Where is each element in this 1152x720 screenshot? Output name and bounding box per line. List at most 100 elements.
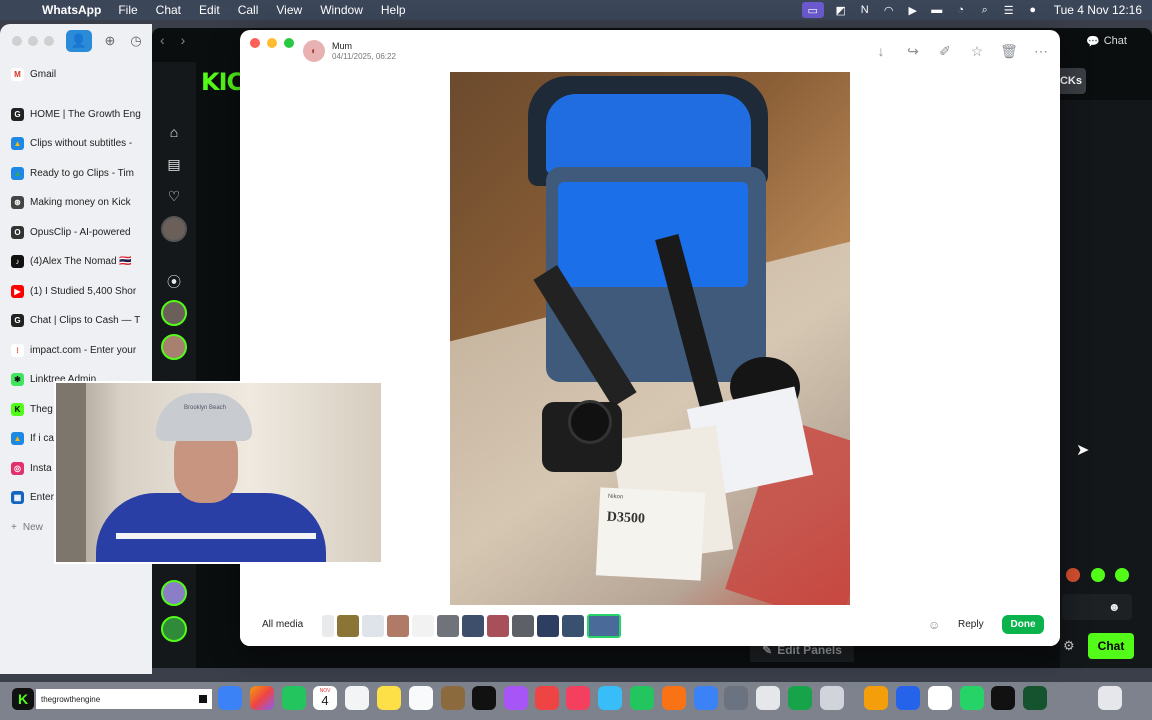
media-thumbnail[interactable]	[362, 615, 384, 637]
gear-icon[interactable]: ⚙	[1063, 638, 1075, 654]
menu-view[interactable]: View	[276, 3, 302, 17]
terminal-icon[interactable]	[991, 686, 1015, 710]
trash-icon[interactable]	[1098, 686, 1122, 710]
tab-opusclip[interactable]: O OpusClip - AI-powered	[0, 218, 152, 248]
numbers-icon[interactable]	[630, 686, 654, 710]
podcasts-icon[interactable]	[504, 686, 528, 710]
notion-icon[interactable]	[928, 686, 952, 710]
control-center-icon[interactable]: ☰	[1002, 3, 1016, 17]
safari-icon[interactable]	[218, 686, 242, 710]
back-arrow-icon[interactable]: ‹	[160, 32, 165, 48]
arc-icon[interactable]	[896, 686, 920, 710]
sender-avatar[interactable]: ◐	[303, 40, 325, 62]
whatsapp-icon[interactable]	[960, 686, 984, 710]
archive-icon[interactable]	[441, 686, 465, 710]
channel-avatar[interactable]	[161, 616, 187, 642]
media-thumbnail[interactable]	[487, 615, 509, 637]
music-icon[interactable]	[535, 686, 559, 710]
siri-icon[interactable]: ●	[1026, 3, 1040, 17]
react-emoji-icon[interactable]: ☺	[928, 618, 940, 632]
keynote-icon[interactable]	[598, 686, 622, 710]
gauge-tray-icon[interactable]: ◠	[882, 3, 896, 17]
emote-icon[interactable]	[1066, 568, 1080, 582]
channel-avatar[interactable]	[161, 216, 187, 242]
media-photo[interactable]: Nikon D3500	[450, 72, 850, 605]
tab-gmail[interactable]: M Gmail	[0, 60, 152, 90]
menu-call[interactable]: Call	[238, 3, 259, 17]
preview-icon[interactable]	[756, 686, 780, 710]
live-broadcast-icon[interactable]: ⦿	[164, 272, 184, 292]
chat-input[interactable]	[1062, 594, 1132, 620]
close-window-icon[interactable]	[12, 36, 22, 46]
media-thumbnail[interactable]	[322, 615, 334, 637]
browse-icon[interactable]: ▤	[164, 154, 184, 174]
tab-growth-engine-home[interactable]: G HOME | The Growth Eng	[0, 100, 152, 130]
channel-avatar[interactable]	[161, 334, 187, 360]
tab-youtube-studied-shorts[interactable]: ▶ (1) I Studied 5,400 Shor	[0, 277, 152, 307]
channel-avatar[interactable]	[161, 300, 187, 326]
media-thumbnail[interactable]	[337, 615, 359, 637]
reminders-icon[interactable]	[345, 686, 369, 710]
minimize-window-icon[interactable]	[28, 36, 38, 46]
menu-app-name[interactable]: WhatsApp	[42, 3, 101, 17]
iphone-mirroring-icon[interactable]	[820, 686, 844, 710]
profile-icon[interactable]: 👤	[66, 30, 92, 52]
menu-window[interactable]: Window	[320, 3, 363, 17]
finder-folder-icon[interactable]	[864, 686, 888, 710]
history-icon[interactable]: ◷	[128, 33, 144, 49]
media-thumbnail[interactable]	[437, 615, 459, 637]
system-settings-icon[interactable]	[724, 686, 748, 710]
download-icon[interactable]: ↓	[872, 42, 890, 60]
apple-tv-icon[interactable]	[472, 686, 496, 710]
media-thumbnail[interactable]	[562, 615, 584, 637]
facetime-icon[interactable]	[282, 686, 306, 710]
menu-chat[interactable]: Chat	[156, 3, 181, 17]
media-thumbnail-selected[interactable]	[587, 614, 621, 638]
screen-record-icon[interactable]: ▭	[801, 2, 824, 18]
app-tray-icon[interactable]: ◩	[834, 3, 848, 17]
media-thumbnail[interactable]	[537, 615, 559, 637]
menubar-clock[interactable]: Tue 4 Nov 12:16	[1054, 3, 1142, 17]
search-icon[interactable]: ⌕	[978, 3, 992, 17]
freeform-icon[interactable]	[409, 686, 433, 710]
edit-draw-icon[interactable]: ✐	[936, 42, 954, 60]
minimize-window-icon[interactable]	[267, 38, 277, 48]
robinhood-icon[interactable]	[788, 686, 812, 710]
media-thumbnail[interactable]	[387, 615, 409, 637]
following-heart-icon[interactable]: ♡	[164, 186, 184, 206]
tab-chat-clips-to-cash[interactable]: G Chat | Clips to Cash — T	[0, 306, 152, 336]
chat-tab[interactable]: 💬 Chat	[1086, 31, 1144, 51]
news-icon[interactable]	[566, 686, 590, 710]
pages-icon[interactable]	[662, 686, 686, 710]
done-button[interactable]: Done	[1002, 615, 1044, 634]
photos-icon[interactable]	[250, 686, 274, 710]
battery-icon[interactable]: ▬	[930, 3, 944, 17]
all-media-button[interactable]: All media	[262, 619, 303, 630]
wifi-icon[interactable]: ◔	[954, 3, 968, 17]
tab-making-money-on-kick[interactable]: ⊛ Making money on Kick	[0, 188, 152, 218]
screen-studio-icon[interactable]	[1023, 686, 1047, 710]
channel-avatar[interactable]	[161, 580, 187, 606]
tab-impact[interactable]: ⁝ impact.com - Enter your	[0, 336, 152, 366]
emote-icon[interactable]	[1091, 568, 1105, 582]
zoom-window-icon[interactable]	[44, 36, 54, 46]
play-tray-icon[interactable]: ▶	[906, 3, 920, 17]
tab-tiktok-alex-the-nomad[interactable]: ♪ (4)Alex The Nomad 🇹🇭	[0, 247, 152, 277]
download-icon[interactable]: ⊕	[102, 33, 118, 49]
delete-trash-icon[interactable]: 🗑	[1000, 42, 1018, 60]
forward-arrow-icon[interactable]: ›	[181, 32, 186, 48]
chat-send-button[interactable]: Chat	[1088, 633, 1134, 659]
star-icon[interactable]: ☆	[968, 42, 986, 60]
menu-help[interactable]: Help	[381, 3, 406, 17]
notion-tray-icon[interactable]: N	[858, 3, 872, 17]
media-thumbnail[interactable]	[462, 615, 484, 637]
calendar-icon[interactable]: NOV 4	[313, 686, 337, 710]
zoom-window-icon[interactable]	[284, 38, 294, 48]
emote-icon[interactable]	[1115, 568, 1129, 582]
tab-ready-to-go-clips[interactable]: ▲ Ready to go Clips - Tim	[0, 159, 152, 189]
home-icon[interactable]: ⌂	[164, 122, 184, 142]
menu-edit[interactable]: Edit	[199, 3, 220, 17]
menu-file[interactable]: File	[118, 3, 137, 17]
close-window-icon[interactable]	[250, 38, 260, 48]
notes-icon[interactable]	[377, 686, 401, 710]
